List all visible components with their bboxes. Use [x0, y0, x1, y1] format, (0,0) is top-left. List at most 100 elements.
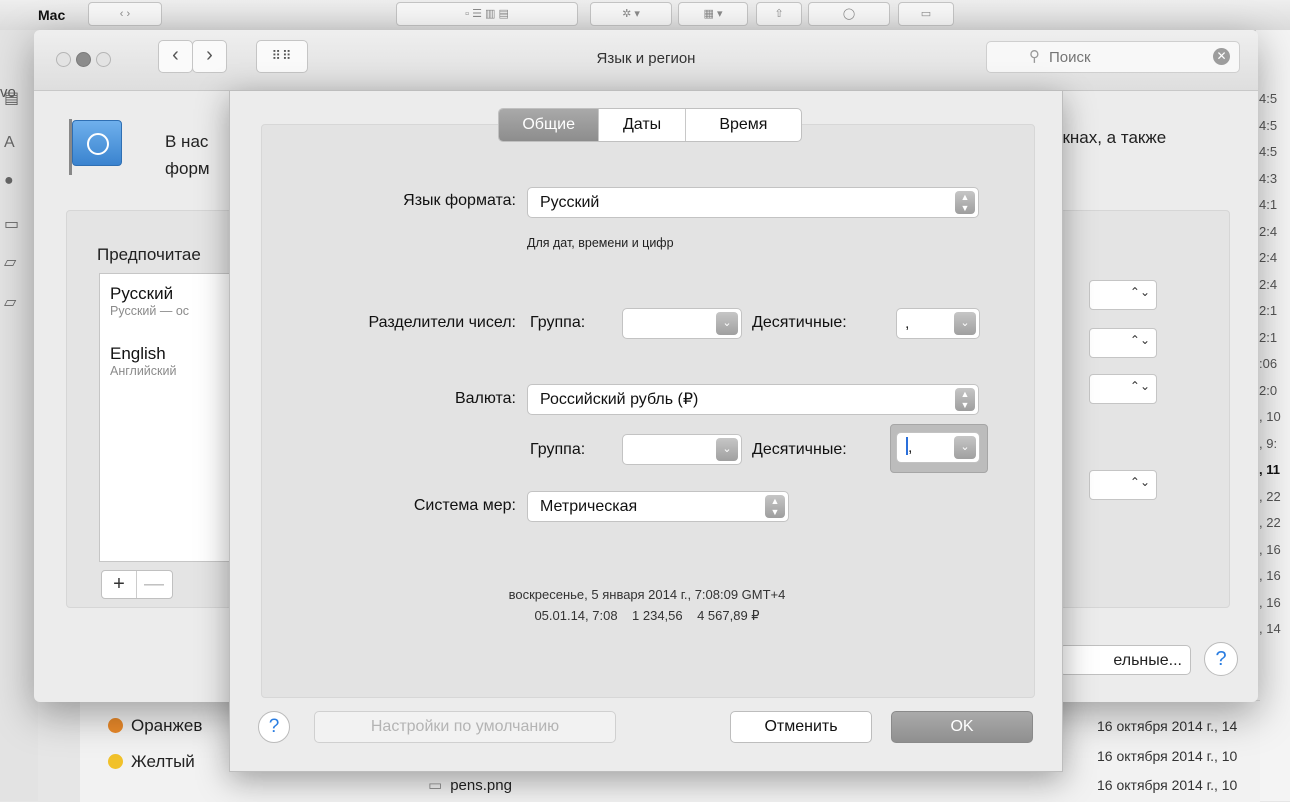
window-titlebar: ‹ › ⠿⠿ Язык и регион ⚲ ✕ [34, 30, 1258, 91]
stepper-icon: ▲ ▼ [955, 388, 975, 411]
advanced-button[interactable]: ельные... [1059, 645, 1191, 675]
downloads-icon[interactable]: ● [4, 172, 26, 190]
stepper-icon: ▲ ▼ [765, 495, 785, 518]
region-popup[interactable]: ⌃⌄ [1089, 280, 1157, 310]
language-subtitle: Русский — ос [110, 304, 190, 318]
file-date-fragment: , 16 [1259, 541, 1281, 557]
language-subtitle: Английский [110, 364, 177, 378]
stepper-icon: ▲ ▼ [955, 191, 975, 214]
help-button[interactable]: ? [1204, 642, 1238, 676]
folder-icon[interactable]: ▱ [4, 252, 26, 271]
file-date-fragment: 4:1 [1259, 197, 1278, 212]
remove-language-button[interactable]: — [137, 571, 171, 598]
currency-value: Российский рубль (₽) [540, 391, 699, 408]
file-date-fragment: , 16 [1259, 594, 1281, 610]
tag-dot-orange [108, 718, 123, 733]
tab-general[interactable]: Общие [499, 109, 600, 141]
stepper-icon: ⌃⌄ [1129, 333, 1150, 347]
file-name: pens.png [450, 777, 512, 794]
currency-group-combo[interactable]: ⌄ [622, 434, 742, 465]
measure-system-value: Метрическая [540, 498, 638, 515]
number-group-combo[interactable]: ⌄ [622, 308, 742, 339]
file-row[interactable]: ▭ pens.png [428, 776, 512, 794]
finder-arrange-button[interactable]: ▦ ▾ [678, 2, 748, 26]
number-group-label: Группа: [530, 314, 586, 331]
file-date-fragment: 4:3 [1259, 170, 1278, 186]
search-input[interactable] [1047, 46, 1201, 68]
stepper-icon: ⌃⌄ [1129, 379, 1150, 393]
calendar-popup[interactable]: ⌃⌄ [1089, 374, 1157, 404]
first-day-popup[interactable]: ⌃⌄ [1089, 328, 1157, 358]
search-field[interactable]: ⚲ ✕ [986, 41, 1240, 73]
cancel-button[interactable]: Отменить [730, 711, 872, 743]
file-date: 16 октября 2014 г., 10 [1097, 748, 1238, 764]
chevron-down-icon: ⌄ [716, 438, 738, 461]
format-language-hint: Для дат, времени и цифр [527, 236, 674, 250]
tab-time[interactable]: Время [686, 109, 801, 141]
disk-icon[interactable]: ▭ [4, 214, 26, 233]
chevron-down-icon: ⌄ [716, 312, 738, 335]
finder-back-forward[interactable]: ‹ › [88, 2, 162, 26]
format-language-label: Язык формата: [403, 192, 516, 209]
file-date-fragment: 2:4 [1259, 250, 1278, 265]
folder-icon[interactable]: ▱ [4, 292, 26, 311]
preferred-languages-heading: Предпочитае [97, 245, 201, 264]
file-date-fragment: , 16 [1259, 568, 1281, 583]
measure-system-popup[interactable]: Метрическая ▲ ▼ [527, 491, 789, 522]
documents-icon[interactable]: ▤ [4, 88, 26, 107]
file-date-fragment: 4:5 [1259, 144, 1278, 159]
currency-group-label: Группа: [530, 441, 586, 458]
file-date: 16 октября 2014 г., 14 [1097, 718, 1238, 734]
search-icon: ⚲ [1029, 48, 1040, 65]
measure-system-label: Система мер: [413, 497, 516, 514]
language-name: Русский [110, 284, 174, 303]
restore-defaults-button[interactable]: Настройки по умолчанию [314, 711, 616, 743]
applications-icon[interactable]: A [4, 134, 26, 152]
intro-description-tail: окнах, а также [1053, 128, 1167, 147]
add-language-button[interactable]: + [102, 571, 137, 598]
preferred-languages-list[interactable]: Русский Русский — ос English Английский [99, 273, 241, 562]
file-date-fragment: , 11 [1259, 462, 1280, 477]
file-date-fragment: 2:0 [1259, 382, 1278, 398]
finder-action-button[interactable]: ✲ ▾ [590, 2, 672, 26]
tag-yellow[interactable]: Желтый [108, 752, 195, 772]
finder-extra-button[interactable]: ▭ [898, 2, 954, 26]
format-language-value: Русский [540, 194, 600, 211]
file-date-fragment: 2:1 [1259, 329, 1278, 345]
finder-tags-button[interactable]: ◯ [808, 2, 890, 26]
currency-decimal-combo[interactable]: , ⌄ [896, 432, 980, 463]
tag-dot-yellow [108, 754, 123, 769]
un-flag-icon [69, 119, 122, 175]
temperature-popup[interactable]: ⌃⌄ [1089, 470, 1157, 500]
finder-toolbar: Mac ‹ › ▫ ☰ ▥ ▤ ✲ ▾ ▦ ▾ ⇧ ◯ ▭ [0, 0, 1290, 31]
file-date-fragment: , 22 [1259, 515, 1281, 530]
number-separators-label: Разделители чисел: [368, 314, 516, 331]
list-controls: + — [101, 570, 173, 599]
file-date-fragment: , 14 [1259, 621, 1281, 636]
tag-label: Желтый [131, 752, 195, 771]
file-date-fragment: 4:5 [1259, 91, 1278, 106]
format-language-popup[interactable]: Русский ▲ ▼ [527, 187, 979, 218]
finder-share-button[interactable]: ⇧ [756, 2, 802, 26]
ok-button[interactable]: OK [891, 711, 1033, 743]
tab-dates[interactable]: Даты [599, 109, 686, 141]
help-button[interactable]: ? [258, 711, 290, 743]
file-date-fragment: 2:4 [1259, 223, 1278, 239]
currency-popup[interactable]: Российский рубль (₽) ▲ ▼ [527, 384, 979, 415]
file-date-fragment: 2:4 [1259, 276, 1278, 292]
tag-orange[interactable]: Оранжев [108, 716, 202, 736]
format-sample-short: 05.01.14, 7:08 1 234,56 4 567,89 ₽ [534, 608, 760, 623]
file-date-fragment: , 9: [1259, 435, 1278, 451]
number-decimal-value: , [905, 315, 910, 332]
finder-view-switcher[interactable]: ▫ ☰ ▥ ▤ [396, 2, 578, 26]
list-item[interactable]: Русский Русский — ос [110, 284, 189, 318]
number-decimal-combo[interactable]: , ⌄ [896, 308, 980, 339]
image-file-icon: ▭ [428, 777, 443, 794]
stepper-icon: ⌃⌄ [1129, 285, 1150, 299]
clear-search-icon[interactable]: ✕ [1213, 48, 1230, 65]
advanced-settings-sheet: Общие Даты Время Язык формата: Русский ▲… [229, 90, 1063, 772]
language-name: English [110, 344, 166, 363]
tab-switcher: Общие Даты Время [498, 108, 802, 142]
list-item[interactable]: English Английский [110, 344, 176, 378]
stepper-icon: ⌃⌄ [1129, 475, 1150, 489]
